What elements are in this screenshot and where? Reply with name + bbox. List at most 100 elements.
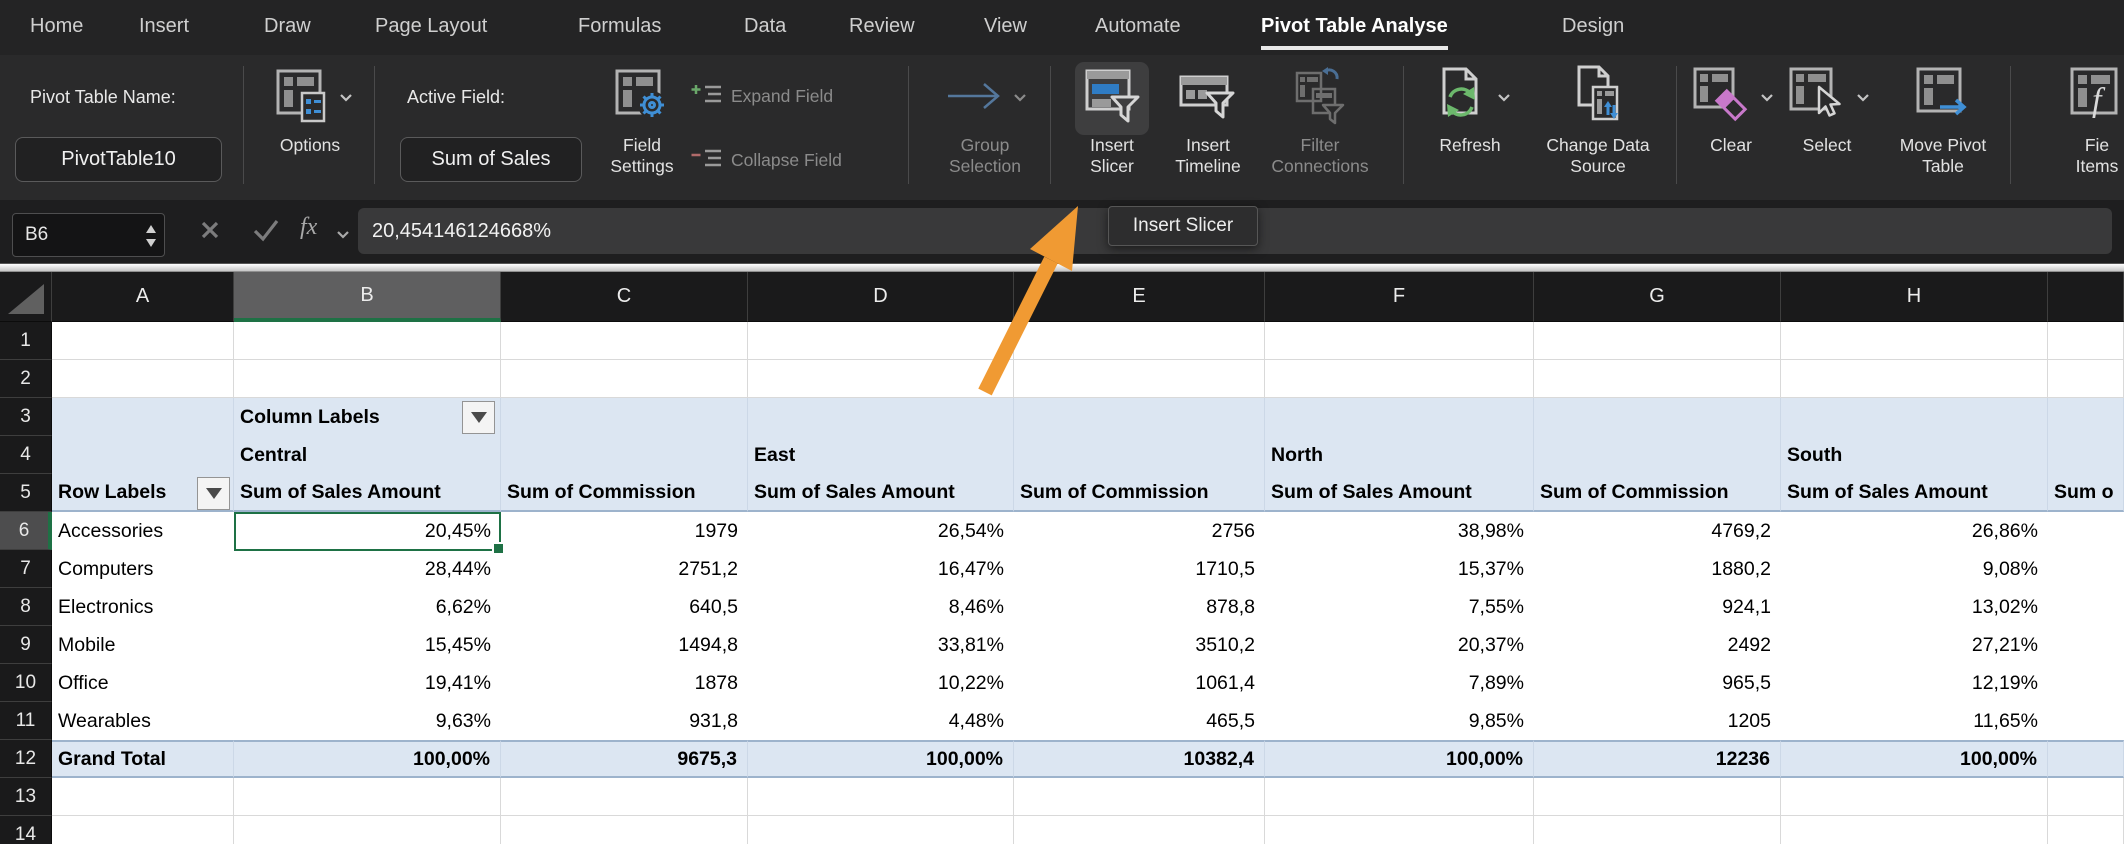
select-all-corner[interactable] [0, 272, 52, 322]
row-header-4[interactable]: 4 [0, 436, 52, 474]
cell-A8[interactable]: Electronics [52, 588, 234, 626]
column-header-B[interactable]: B [234, 272, 501, 322]
cell-E14[interactable] [1014, 816, 1265, 844]
cell-H4[interactable]: South [1781, 436, 2048, 474]
name-box-stepper[interactable] [144, 222, 158, 256]
column-header-H[interactable]: H [1781, 272, 2048, 322]
row-header-1[interactable]: 1 [0, 322, 52, 360]
cell-B11[interactable]: 9,63% [234, 702, 501, 740]
cell-G5[interactable]: Sum of Commission [1534, 474, 1781, 512]
cell-F10[interactable]: 7,89% [1265, 664, 1534, 702]
cell-A4[interactable] [52, 436, 234, 474]
column-header-G[interactable]: G [1534, 272, 1781, 322]
cell-G2[interactable] [1534, 360, 1781, 398]
cell-E7[interactable]: 1710,5 [1014, 550, 1265, 588]
cell-I14[interactable] [2048, 816, 2124, 844]
cell-C14[interactable] [501, 816, 748, 844]
cell-F6[interactable]: 38,98% [1265, 512, 1534, 550]
cell-C7[interactable]: 2751,2 [501, 550, 748, 588]
row-header-14[interactable]: 14 [0, 816, 52, 844]
column-header-partial[interactable] [2048, 272, 2124, 322]
row-header-3[interactable]: 3 [0, 398, 52, 436]
cell-C3[interactable] [501, 398, 748, 436]
cell-D4[interactable]: East [748, 436, 1014, 474]
cell-B13[interactable] [234, 778, 501, 816]
cell-D8[interactable]: 8,46% [748, 588, 1014, 626]
cell-E13[interactable] [1014, 778, 1265, 816]
cell-C4[interactable] [501, 436, 748, 474]
cell-A14[interactable] [52, 816, 234, 844]
cell-B5[interactable]: Sum of Sales Amount [234, 474, 501, 512]
cell-D7[interactable]: 16,47% [748, 550, 1014, 588]
cell-A3[interactable] [52, 398, 234, 436]
cell-C1[interactable] [501, 322, 748, 360]
cell-A7[interactable]: Computers [52, 550, 234, 588]
cell-A10[interactable]: Office [52, 664, 234, 702]
cell-H10[interactable]: 12,19% [1781, 664, 2048, 702]
select-button[interactable]: Select [1782, 62, 1872, 156]
row-header-5[interactable]: 5 [0, 474, 52, 512]
cell-B2[interactable] [234, 360, 501, 398]
cell-D13[interactable] [748, 778, 1014, 816]
row-header-13[interactable]: 13 [0, 778, 52, 816]
cell-H6[interactable]: 26,86% [1781, 512, 2048, 550]
cell-E12[interactable]: 10382,4 [1014, 740, 1265, 778]
column-header-D[interactable]: D [748, 272, 1014, 322]
cell-F7[interactable]: 15,37% [1265, 550, 1534, 588]
cell-E9[interactable]: 3510,2 [1014, 626, 1265, 664]
cell-I11[interactable] [2048, 702, 2124, 740]
row-header-12[interactable]: 12 [0, 740, 52, 778]
field-settings-button[interactable]: Field Settings [592, 62, 692, 177]
cell-I13[interactable] [2048, 778, 2124, 816]
cell-H14[interactable] [1781, 816, 2048, 844]
cell-D5[interactable]: Sum of Sales Amount [748, 474, 1014, 512]
tab-page-layout[interactable]: Page Layout [375, 15, 487, 38]
cell-F9[interactable]: 20,37% [1265, 626, 1534, 664]
cell-H1[interactable] [1781, 322, 2048, 360]
row-header-8[interactable]: 8 [0, 588, 52, 626]
cell-B4[interactable]: Central [234, 436, 501, 474]
cell-H12[interactable]: 100,00% [1781, 740, 2048, 778]
tab-draw[interactable]: Draw [264, 15, 311, 38]
cell-G7[interactable]: 1880,2 [1534, 550, 1781, 588]
fx-icon[interactable]: fx [300, 214, 317, 241]
column-header-E[interactable]: E [1014, 272, 1265, 322]
cell-E5[interactable]: Sum of Commission [1014, 474, 1265, 512]
refresh-button[interactable]: Refresh [1420, 62, 1520, 156]
row-header-11[interactable]: 11 [0, 702, 52, 740]
cell-F13[interactable] [1265, 778, 1534, 816]
cell-C13[interactable] [501, 778, 748, 816]
tab-formulas[interactable]: Formulas [578, 15, 661, 38]
cell-I6[interactable] [2048, 512, 2124, 550]
cell-C2[interactable] [501, 360, 748, 398]
cell-G13[interactable] [1534, 778, 1781, 816]
options-button[interactable]: Options [252, 62, 368, 156]
cell-H7[interactable]: 9,08% [1781, 550, 2048, 588]
tab-pivot-table-analyse[interactable]: Pivot Table Analyse [1261, 15, 1448, 50]
cell-G10[interactable]: 965,5 [1534, 664, 1781, 702]
cell-I9[interactable] [2048, 626, 2124, 664]
insert-timeline-button[interactable]: Insert Timeline [1158, 62, 1258, 177]
cell-F14[interactable] [1265, 816, 1534, 844]
cell-D12[interactable]: 100,00% [748, 740, 1014, 778]
cell-F11[interactable]: 9,85% [1265, 702, 1534, 740]
row-labels-filter-dropdown[interactable] [197, 477, 230, 510]
cell-D11[interactable]: 4,48% [748, 702, 1014, 740]
cell-F5[interactable]: Sum of Sales Amount [1265, 474, 1534, 512]
cell-E2[interactable] [1014, 360, 1265, 398]
cell-A6[interactable]: Accessories [52, 512, 234, 550]
clear-button[interactable]: Clear [1688, 62, 1774, 156]
cell-D14[interactable] [748, 816, 1014, 844]
row-header-10[interactable]: 10 [0, 664, 52, 702]
cell-C5[interactable]: Sum of Commission [501, 474, 748, 512]
cell-E8[interactable]: 878,8 [1014, 588, 1265, 626]
cell-F4[interactable]: North [1265, 436, 1534, 474]
cell-A2[interactable] [52, 360, 234, 398]
cell-D9[interactable]: 33,81% [748, 626, 1014, 664]
cell-B8[interactable]: 6,62% [234, 588, 501, 626]
cell-I8[interactable] [2048, 588, 2124, 626]
cell-I3[interactable] [2048, 398, 2124, 436]
cell-F1[interactable] [1265, 322, 1534, 360]
cell-B14[interactable] [234, 816, 501, 844]
tab-design[interactable]: Design [1562, 15, 1624, 38]
